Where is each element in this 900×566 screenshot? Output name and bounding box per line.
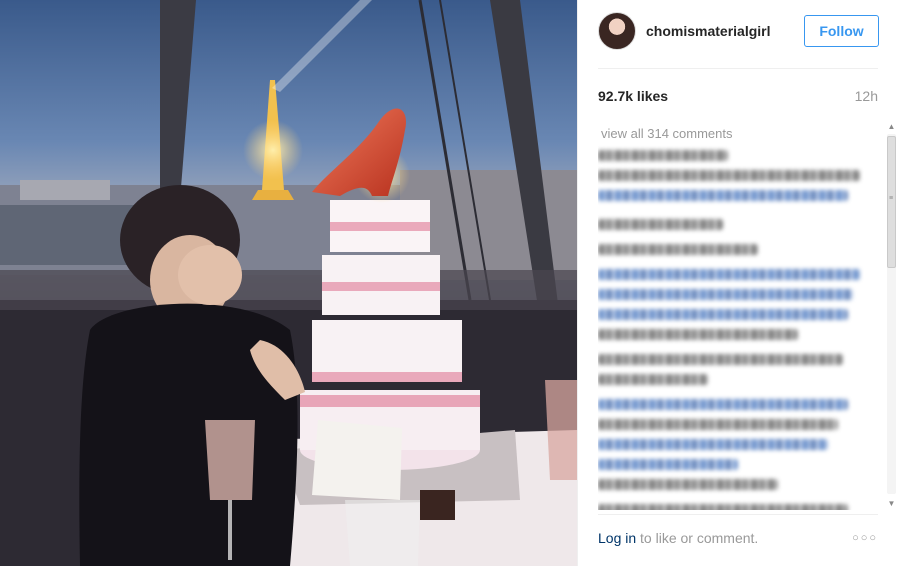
comments-list: view all 314 comments [598,118,864,510]
post-photo [0,0,577,566]
login-link[interactable]: Log in [598,530,636,546]
login-prompt-suffix: to like or comment. [636,530,759,546]
comments-scrollbar[interactable]: ▲ ≡ ▼ [884,122,899,508]
comment-blurred [598,439,828,450]
likes-count[interactable]: 92.7k likes [598,88,668,104]
post-side-panel: chomismaterialgirl Follow 92.7k likes 12… [577,0,900,566]
username-link[interactable]: chomismaterialgirl [646,23,804,39]
post-footer: Log in to like or comment. ○○○ [598,530,878,546]
comment-blurred [598,244,758,255]
scroll-thumb[interactable]: ≡ [887,136,896,268]
comment-blurred [598,309,848,320]
scroll-down-arrow-icon[interactable]: ▼ [887,499,896,508]
comment-blurred [598,190,848,201]
header-divider [598,68,878,69]
comment-blurred [598,354,843,365]
footer-divider [598,514,878,515]
more-options-icon[interactable]: ○○○ [852,532,878,544]
comment-blurred [598,479,778,490]
login-prompt: Log in to like or comment. [598,530,758,546]
comment-blurred [598,329,798,340]
follow-button[interactable]: Follow [804,15,879,47]
comment-blurred [598,399,848,410]
comment-blurred [598,504,848,510]
comment-blurred [598,269,860,280]
post-age[interactable]: 12h [855,88,878,104]
comment-blurred [598,419,838,430]
view-all-comments-link[interactable]: view all 314 comments [601,126,864,141]
comment-blurred [598,459,738,470]
post-header: chomismaterialgirl Follow [578,0,900,62]
scroll-track[interactable]: ≡ [887,134,896,494]
comment-blurred [598,374,708,385]
comment-blurred [598,150,728,161]
grip-icon: ≡ [889,195,894,202]
avatar[interactable] [598,12,636,50]
comment-blurred [598,289,853,300]
comment-blurred [598,170,860,181]
scroll-up-arrow-icon[interactable]: ▲ [887,122,896,131]
comment-blurred [598,219,723,230]
likes-row: 92.7k likes 12h [598,88,878,104]
